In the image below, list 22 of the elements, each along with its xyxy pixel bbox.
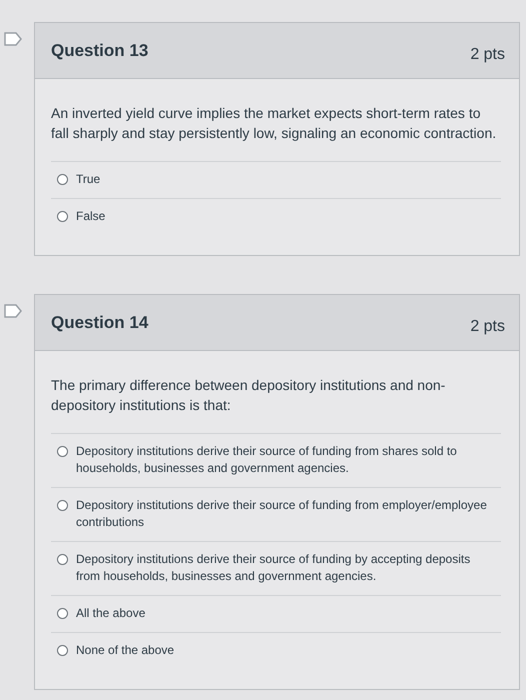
radio-button[interactable] — [57, 608, 68, 619]
radio-button[interactable] — [57, 500, 68, 511]
question-text: The primary difference between depository institutions and non-depository institutions is that: — [51, 376, 446, 415]
points-label: 2 pts — [470, 316, 505, 336]
question-title: Question 14 — [51, 312, 148, 332]
radio-button[interactable] — [57, 211, 68, 222]
radio-button[interactable] — [57, 645, 68, 656]
question-title: Question 13 — [51, 40, 148, 60]
flag-icon[interactable] — [4, 304, 22, 318]
answer-label[interactable]: False — [76, 208, 106, 225]
answer-label[interactable]: All the above — [76, 605, 146, 622]
answer-label[interactable]: True — [76, 171, 100, 188]
question-text: An inverted yield curve implies the market expects short-term rates to fall sharply and stay persistently low, signaling an economic contraction. — [51, 104, 498, 143]
answer-label[interactable]: Depository institutions derive their source of funding from shares sold to households, businesses and government agencies. — [76, 443, 495, 477]
radio-button[interactable] — [57, 174, 68, 185]
answer-label[interactable]: Depository institutions derive their source of funding from employer/employee contributions — [76, 497, 495, 531]
radio-button[interactable] — [57, 446, 68, 457]
radio-button[interactable] — [57, 554, 68, 565]
answer-label[interactable]: Depository institutions derive their source of funding by accepting deposits from households, businesses and government agencies. — [76, 551, 495, 585]
flag-icon[interactable] — [4, 32, 22, 46]
points-label: 2 pts — [470, 44, 505, 64]
answer-label[interactable]: None of the above — [76, 642, 174, 659]
